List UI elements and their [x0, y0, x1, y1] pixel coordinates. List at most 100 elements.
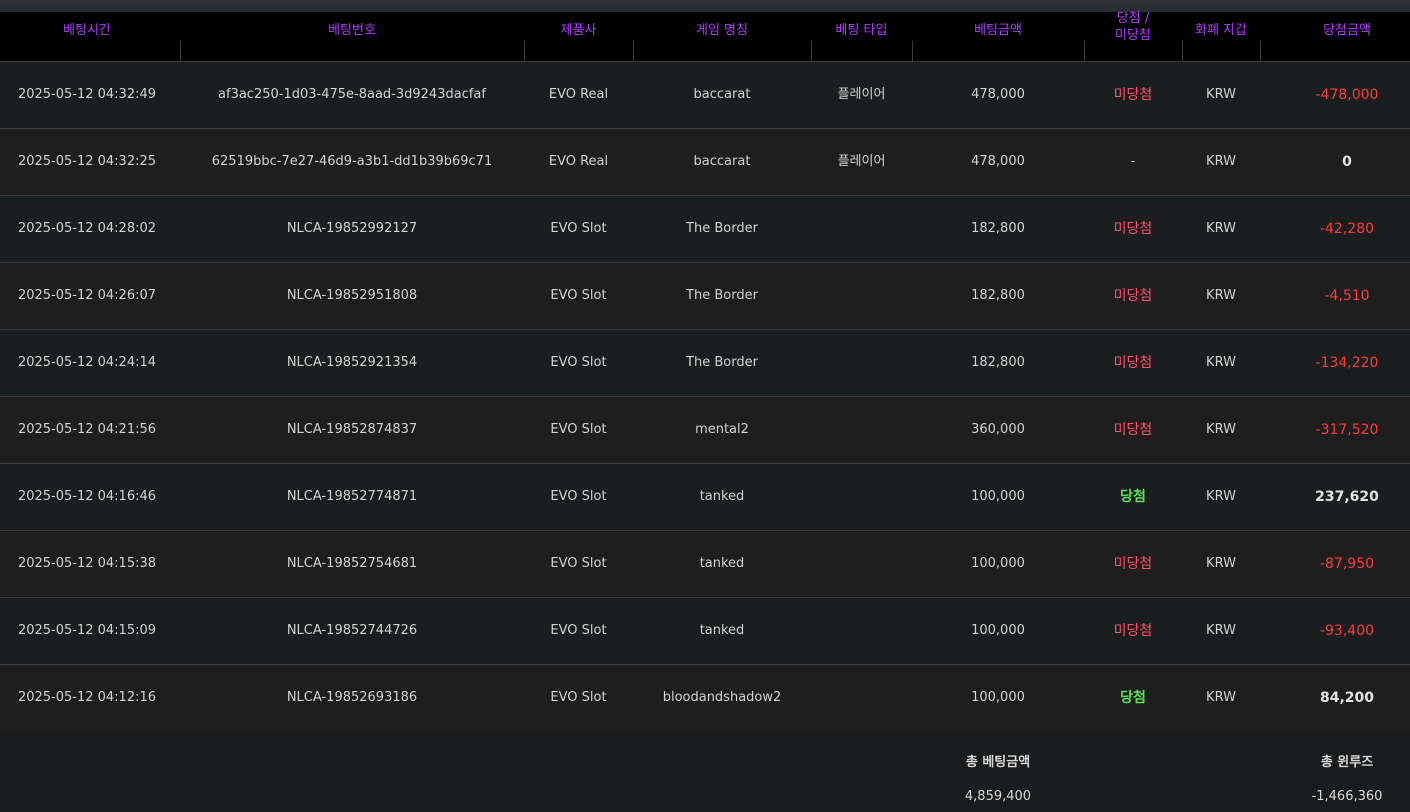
bet-type-cell: [811, 330, 912, 396]
vendor-cell: EVO Slot: [550, 623, 607, 638]
header-bet-id: 베팅번호: [328, 23, 376, 38]
vendor-cell: EVO Slot: [550, 221, 607, 236]
header-divider: [811, 41, 812, 61]
table-row: 2025-05-12 04:15:09 NLCA-19852744726 EVO S…: [0, 598, 1410, 665]
header-win-amount: 당첨금액: [1323, 23, 1371, 38]
game-name-cell: The Border: [686, 288, 758, 303]
result-cell: 당첨: [1120, 489, 1146, 505]
bet-time-cell: 2025-05-12 04:15:38: [17, 556, 157, 571]
table-row: 2025-05-12 04:15:38 NLCA-19852754681 EVO S…: [0, 531, 1410, 598]
game-name-cell: mental2: [695, 422, 749, 437]
vendor-cell: EVO Slot: [550, 288, 607, 303]
bet-id-cell: 62519bbc-7e27-46d9-a3b1-dd1b39b69c71: [211, 154, 493, 169]
vendor-cell: EVO Slot: [550, 355, 607, 370]
result-cell: 미당첨: [1113, 87, 1153, 103]
currency-cell: KRW: [1206, 489, 1236, 504]
total-bet-value: 4,859,400: [964, 789, 1032, 804]
currency-cell: KRW: [1206, 288, 1236, 303]
currency-cell: KRW: [1206, 87, 1236, 102]
header-result-line2: 미당첨: [1115, 28, 1151, 43]
vendor-cell: EVO Real: [548, 154, 609, 169]
bet-type-cell: [811, 464, 912, 530]
result-cell: 미당첨: [1113, 422, 1153, 438]
total-bet-label: 총 베팅금액: [965, 755, 1031, 770]
bet-id-cell: NLCA-19852754681: [286, 556, 418, 571]
win-amount-cell: -93,400: [1319, 623, 1375, 639]
bet-time-cell: 2025-05-12 04:21:56: [17, 422, 157, 437]
win-amount-cell: -317,520: [1315, 422, 1379, 438]
header-result-line1: 당첨 /: [1116, 11, 1150, 26]
game-name-cell: tanked: [699, 623, 745, 638]
bet-time-cell: 2025-05-12 04:32:49: [17, 87, 157, 102]
vendor-cell: EVO Slot: [550, 556, 607, 571]
vendor-cell: EVO Slot: [550, 690, 607, 705]
game-name-cell: bloodandshadow2: [662, 690, 782, 705]
table-row: 2025-05-12 04:32:25 62519bbc-7e27-46d9-a3…: [0, 129, 1410, 196]
win-amount-cell: -134,220: [1315, 355, 1379, 371]
win-amount-cell: -4,510: [1324, 288, 1370, 304]
win-amount-cell: -478,000: [1315, 87, 1379, 103]
bet-time-cell: 2025-05-12 04:32:25: [17, 154, 157, 169]
bet-type-cell: [811, 665, 912, 731]
bet-type-cell: [811, 397, 912, 463]
totals-footer: 총 베팅금액 4,859,400 총 윈루즈 -1,466,360: [0, 731, 1410, 812]
total-winloss-value: -1,466,360: [1311, 789, 1383, 804]
win-amount-cell: -42,280: [1319, 221, 1375, 237]
bet-history-page: 베팅시간 베팅번호 제품사 게임 명칭 베팅 타입 베팅금액 당첨 / 미당첨 화…: [0, 0, 1410, 812]
result-cell: -: [1130, 154, 1136, 169]
bet-amount-cell: 100,000: [971, 489, 1025, 504]
header-bet-amount: 베팅금액: [974, 23, 1022, 38]
bet-id-cell: NLCA-19852874837: [286, 422, 418, 437]
bet-amount-cell: 100,000: [971, 690, 1025, 705]
bet-time-cell: 2025-05-12 04:28:02: [17, 221, 157, 236]
bet-amount-cell: 182,800: [971, 221, 1025, 236]
bet-type-cell: [811, 263, 912, 329]
vendor-cell: EVO Slot: [550, 489, 607, 504]
currency-cell: KRW: [1206, 355, 1236, 370]
bet-id-cell: NLCA-19852921354: [286, 355, 418, 370]
bet-amount-cell: 182,800: [971, 288, 1025, 303]
game-name-cell: baccarat: [693, 87, 751, 102]
bet-amount-cell: 182,800: [971, 355, 1025, 370]
bet-type-cell: 플레이어: [837, 87, 886, 102]
game-name-cell: tanked: [699, 556, 745, 571]
bet-id-cell: NLCA-19852992127: [286, 221, 418, 236]
currency-cell: KRW: [1206, 556, 1236, 571]
result-cell: 미당첨: [1113, 221, 1153, 237]
header-divider: [180, 41, 181, 61]
bet-amount-cell: 478,000: [971, 87, 1025, 102]
table-row: 2025-05-12 04:16:46 NLCA-19852774871 EVO S…: [0, 464, 1410, 531]
vendor-cell: EVO Real: [548, 87, 609, 102]
header-divider: [1260, 41, 1261, 61]
table-header: 베팅시간 베팅번호 제품사 게임 명칭 베팅 타입 베팅금액 당첨 / 미당첨 화…: [0, 11, 1410, 62]
bet-amount-cell: 100,000: [971, 623, 1025, 638]
header-divider: [524, 41, 525, 61]
currency-cell: KRW: [1206, 623, 1236, 638]
table-row: 2025-05-12 04:21:56 NLCA-19852874837 EVO S…: [0, 397, 1410, 464]
bet-type-cell: [811, 598, 912, 664]
bet-time-cell: 2025-05-12 04:26:07: [17, 288, 157, 303]
win-amount-cell: 237,620: [1315, 489, 1379, 505]
currency-cell: KRW: [1206, 154, 1236, 169]
table-row: 2025-05-12 04:26:07 NLCA-19852951808 EVO S…: [0, 263, 1410, 330]
currency-cell: KRW: [1206, 422, 1236, 437]
bet-id-cell: NLCA-19852744726: [286, 623, 418, 638]
win-amount-cell: 84,200: [1319, 690, 1375, 706]
currency-cell: KRW: [1206, 690, 1236, 705]
header-currency: 화폐 지갑: [1195, 23, 1247, 38]
header-game-name: 게임 명칭: [696, 23, 748, 38]
header-bet-time: 베팅시간: [63, 23, 111, 38]
win-amount-cell: -87,950: [1319, 556, 1375, 572]
vendor-cell: EVO Slot: [550, 422, 607, 437]
result-cell: 미당첨: [1113, 355, 1153, 371]
header-divider: [633, 41, 634, 61]
bet-id-cell: NLCA-19852774871: [286, 489, 418, 504]
bet-amount-cell: 360,000: [971, 422, 1025, 437]
win-amount-cell: 0: [1342, 154, 1352, 170]
game-name-cell: The Border: [686, 221, 758, 236]
header-divider: [912, 41, 913, 61]
table-row: 2025-05-12 04:12:16 NLCA-19852693186 EVO S…: [0, 665, 1410, 732]
table-row: 2025-05-12 04:24:14 NLCA-19852921354 EVO S…: [0, 330, 1410, 397]
bet-id-cell: NLCA-19852693186: [286, 690, 418, 705]
bet-time-cell: 2025-05-12 04:12:16: [17, 690, 157, 705]
